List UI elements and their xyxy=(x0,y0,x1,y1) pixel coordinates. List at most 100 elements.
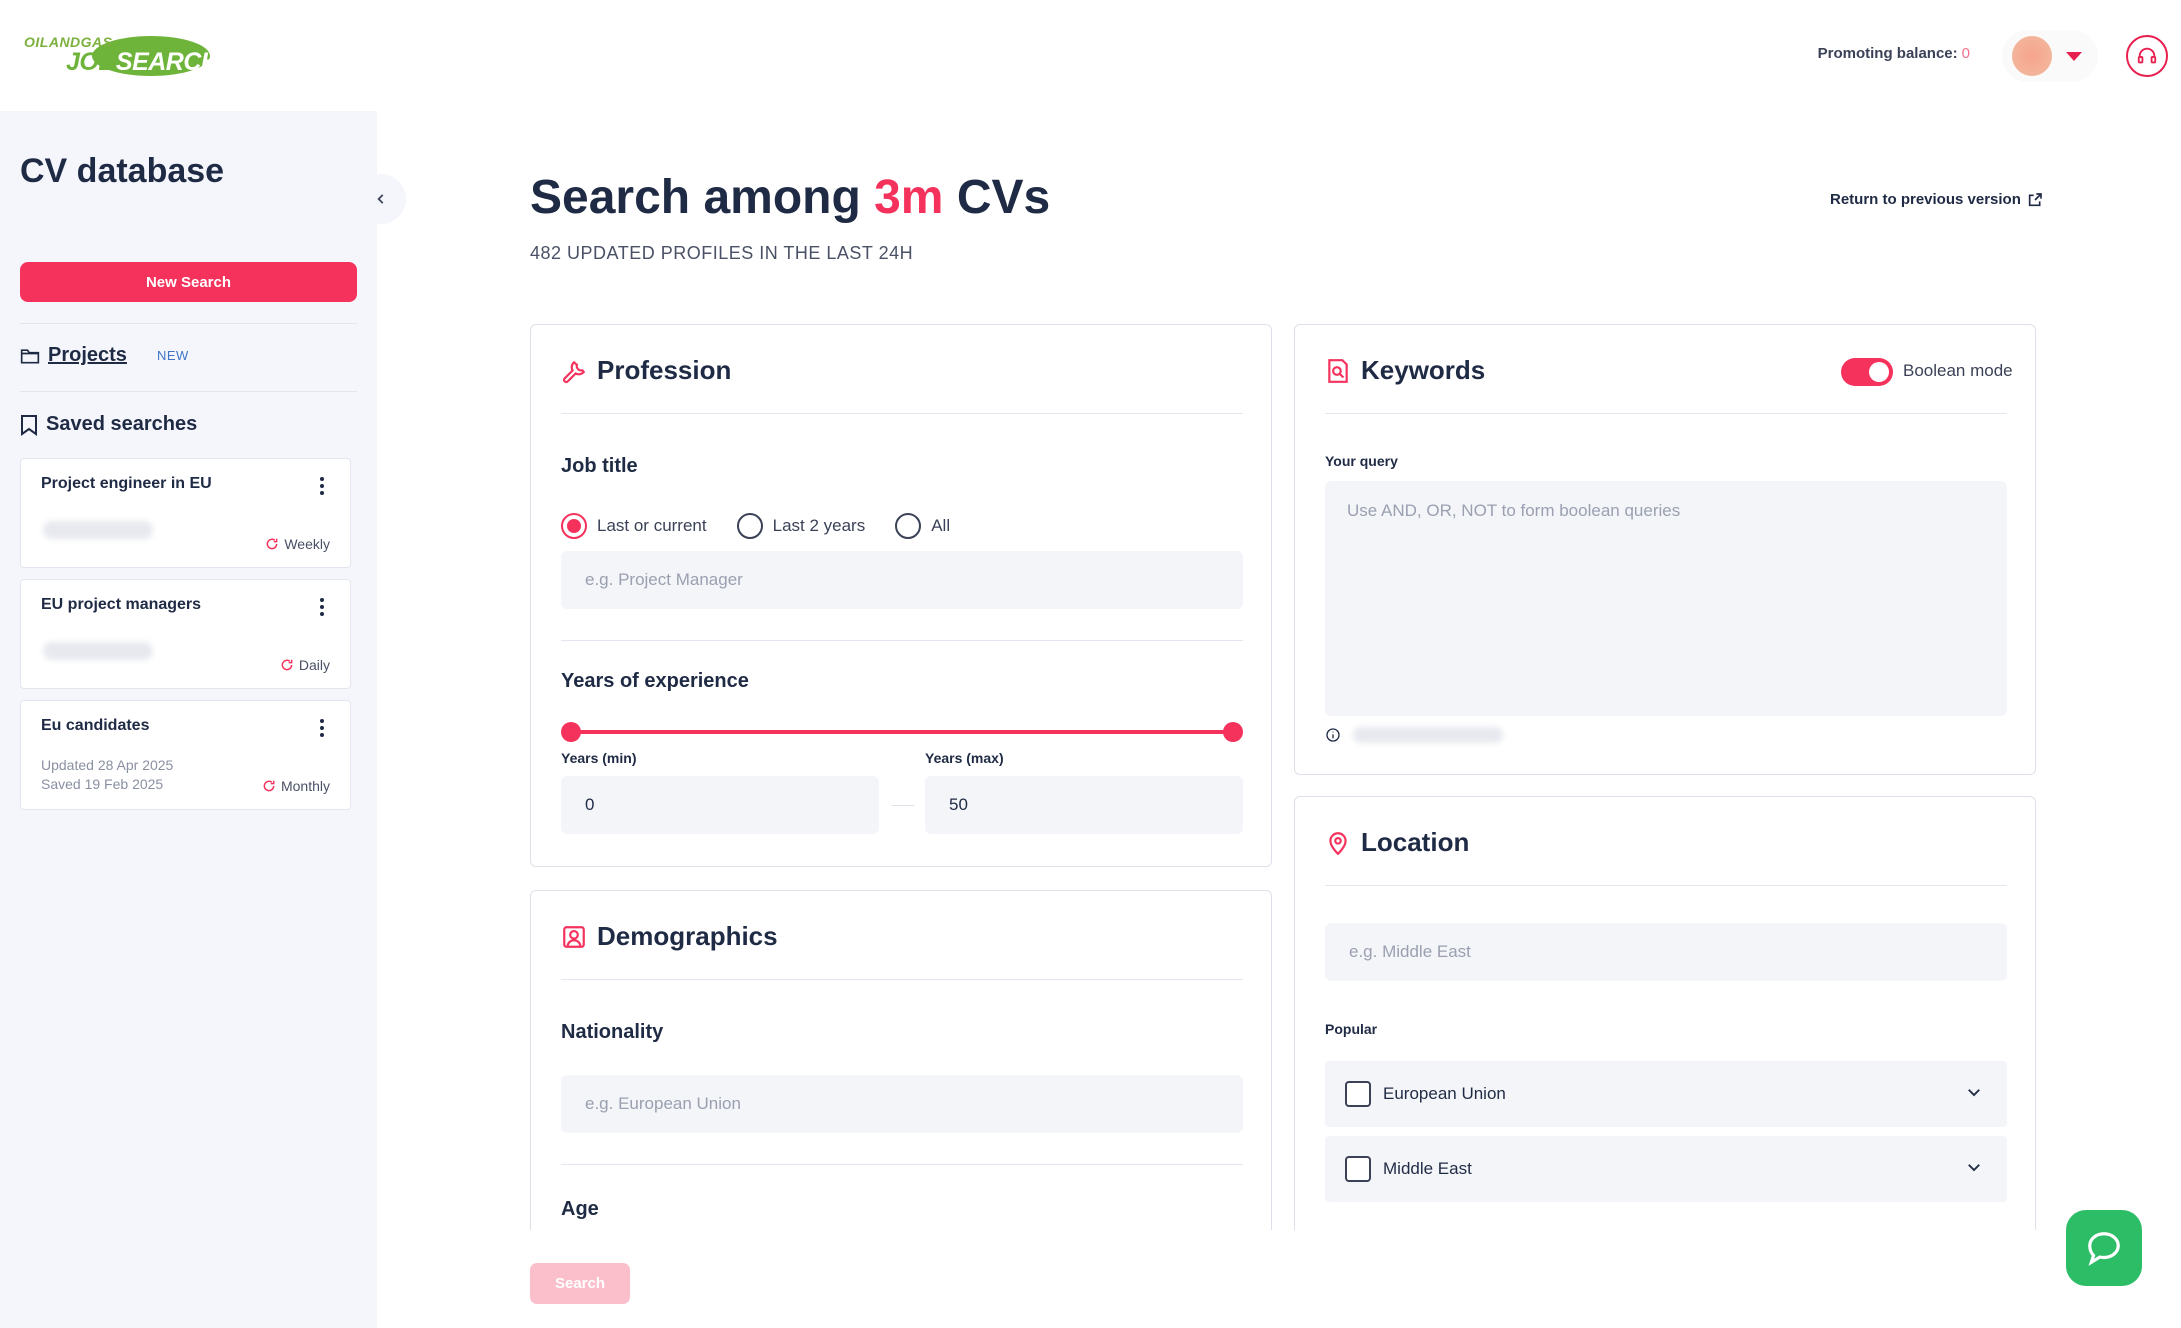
blurred-summary xyxy=(43,642,153,660)
location-input[interactable] xyxy=(1325,923,2007,981)
demographics-panel: Demographics Nationality Age xyxy=(530,890,1272,1230)
radio-last-2-years[interactable]: Last 2 years xyxy=(736,513,865,539)
radio-unselected[interactable] xyxy=(895,513,922,539)
saved-search-card[interactable]: Project engineer in EU Weekly xyxy=(20,458,351,568)
page-title: Search among 3m CVs xyxy=(530,171,1051,224)
collapse-sidebar-button[interactable] xyxy=(356,174,406,224)
chat-widget-button[interactable] xyxy=(2066,1210,2142,1286)
saved-search-name: EU project managers xyxy=(41,596,202,613)
updated-date: Updated 28 Apr 2025 xyxy=(41,757,174,773)
range-separator xyxy=(892,805,914,806)
experience-range-track[interactable] xyxy=(571,730,1241,734)
chevron-down-icon[interactable] xyxy=(1965,1158,1983,1176)
checkbox[interactable] xyxy=(1345,1156,1371,1182)
map-pin-icon xyxy=(1329,831,1347,855)
location-header: Location xyxy=(1325,827,1469,858)
chevron-down-icon xyxy=(2066,52,2082,61)
promoting-balance-value: 0 xyxy=(1961,45,1970,62)
chevron-down-icon[interactable] xyxy=(1965,1083,1983,1101)
frequency-badge: Monthly xyxy=(262,778,330,794)
search-button[interactable]: Search xyxy=(530,1263,630,1304)
refresh-icon xyxy=(281,659,293,671)
folder-icon xyxy=(20,348,40,363)
divider xyxy=(1325,413,2007,414)
saved-searches-label: Saved searches xyxy=(46,413,198,435)
support-button[interactable] xyxy=(2126,35,2168,77)
more-options-icon[interactable] xyxy=(320,477,324,498)
projects-link[interactable]: Projects NEW xyxy=(20,344,189,367)
experience-min-handle[interactable] xyxy=(561,722,581,742)
keywords-panel: Keywords Boolean mode Your query xyxy=(1294,324,2036,775)
radio-all[interactable]: All xyxy=(895,513,950,539)
nationality-label: Nationality xyxy=(561,1021,664,1043)
new-search-button[interactable]: New Search xyxy=(20,262,357,302)
blurred-summary xyxy=(43,521,153,539)
profession-panel: Profession Job title Last or current Las… xyxy=(530,324,1272,867)
wrench-icon xyxy=(562,360,586,383)
query-textarea[interactable] xyxy=(1325,481,2007,716)
nationality-input[interactable] xyxy=(561,1075,1243,1133)
promoting-balance: Promoting balance: 0 xyxy=(1817,45,1970,62)
chevron-left-icon xyxy=(377,194,384,204)
boolean-mode-toggle[interactable] xyxy=(1841,358,1893,386)
frequency-badge: Weekly xyxy=(265,536,330,552)
saved-search-name: Project engineer in EU xyxy=(41,475,212,492)
demographics-header: Demographics xyxy=(561,921,778,952)
external-link-icon xyxy=(2028,192,2042,206)
radio-unselected[interactable] xyxy=(736,513,763,539)
document-search-icon xyxy=(1328,358,1348,383)
user-menu[interactable] xyxy=(2002,30,2098,82)
experience-max-handle[interactable] xyxy=(1223,722,1243,742)
info-icon[interactable] xyxy=(1325,727,1341,743)
refresh-icon xyxy=(266,538,278,550)
top-bar: OILANDGAS JOBSEARCH Promoting balance: 0 xyxy=(0,0,2181,111)
location-option-european-union[interactable]: European Union xyxy=(1325,1061,2007,1127)
divider xyxy=(561,979,1243,980)
radio-selected[interactable] xyxy=(561,513,587,539)
refresh-icon xyxy=(263,780,275,792)
person-badge-icon xyxy=(563,925,585,948)
more-options-icon[interactable] xyxy=(320,598,324,619)
divider xyxy=(561,413,1243,414)
frequency-badge: Daily xyxy=(280,657,330,673)
avatar xyxy=(2012,36,2052,76)
divider xyxy=(561,640,1243,641)
blurred-hint xyxy=(1353,727,1503,743)
radio-last-or-current[interactable]: Last or current xyxy=(561,513,707,539)
saved-search-card[interactable]: Eu candidates Updated 28 Apr 2025 Saved … xyxy=(20,700,351,810)
saved-search-name: Eu candidates xyxy=(41,717,150,734)
divider xyxy=(20,323,357,324)
projects-label[interactable]: Projects xyxy=(48,344,127,367)
years-experience-label: Years of experience xyxy=(561,670,749,692)
your-query-label: Your query xyxy=(1325,453,1398,469)
job-title-label: Job title xyxy=(561,455,638,477)
years-min-label: Years (min) xyxy=(561,750,637,766)
age-label: Age xyxy=(561,1198,599,1220)
logo-main-text: JOBSEARCH xyxy=(66,48,219,76)
bookmark-icon xyxy=(21,414,37,436)
new-badge: NEW xyxy=(156,348,189,363)
job-title-scope-radio-group: Last or current Last 2 years All xyxy=(561,513,980,539)
checkbox[interactable] xyxy=(1345,1081,1371,1107)
location-option-middle-east[interactable]: Middle East xyxy=(1325,1136,2007,1202)
boolean-mode-label: Boolean mode xyxy=(1903,361,2013,380)
keywords-header: Keywords xyxy=(1325,355,1485,386)
more-options-icon[interactable] xyxy=(320,719,324,740)
return-previous-version-link[interactable]: Return to previous version xyxy=(1830,191,2043,208)
chat-bubble-icon xyxy=(2088,1232,2120,1266)
site-logo[interactable]: OILANDGAS JOBSEARCH xyxy=(24,32,219,78)
divider xyxy=(1325,885,2007,886)
divider xyxy=(20,391,357,392)
popular-label: Popular xyxy=(1325,1021,1378,1037)
profession-header: Profession xyxy=(561,355,731,386)
years-max-input[interactable] xyxy=(925,776,1243,834)
job-title-input[interactable] xyxy=(561,551,1243,609)
divider xyxy=(561,1164,1243,1165)
saved-search-card[interactable]: EU project managers Daily xyxy=(20,579,351,689)
years-max-label: Years (max) xyxy=(925,750,1004,766)
location-panel: Location Popular European Union Middle E… xyxy=(1294,796,2036,1230)
saved-date: Saved 19 Feb 2025 xyxy=(41,776,164,792)
page-subtitle: 482 UPDATED PROFILES IN THE LAST 24H xyxy=(530,243,914,263)
headset-icon xyxy=(2137,47,2157,64)
years-min-input[interactable] xyxy=(561,776,879,834)
